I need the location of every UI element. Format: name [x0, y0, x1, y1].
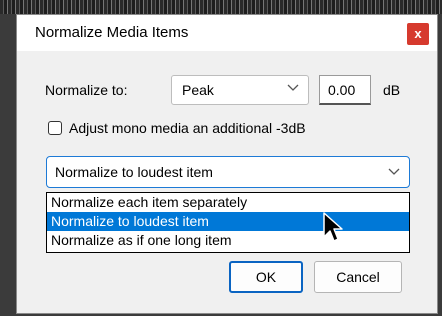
normalize-level-input[interactable]: 0.00 [319, 75, 371, 105]
normalize-mode-value: Peak [182, 82, 214, 98]
ok-button[interactable]: OK [229, 261, 303, 293]
adjust-mono-checkbox[interactable] [48, 121, 62, 135]
option-one-long-item[interactable]: Normalize as if one long item [47, 231, 409, 250]
option-loudest-item[interactable]: Normalize to loudest item [47, 212, 409, 231]
title-bar: Normalize Media Items x [17, 15, 437, 51]
mouse-pointer-icon [323, 212, 343, 242]
normalize-scope-options-list: Normalize each item separately Normalize… [46, 192, 410, 253]
normalize-mode-select[interactable]: Peak [171, 75, 309, 105]
normalize-media-dialog: Normalize Media Items x Normalize to: Pe… [16, 14, 438, 314]
close-icon: x [414, 26, 422, 41]
dialog-title: Normalize Media Items [35, 24, 189, 41]
background-app-strip [0, 0, 442, 14]
normalize-scope-dropdown[interactable]: Normalize to loudest item [46, 156, 410, 188]
normalize-to-label: Normalize to: [45, 82, 128, 98]
db-unit-label: dB [383, 82, 401, 98]
chevron-down-icon [287, 84, 299, 91]
normalize-scope-value: Normalize to loudest item [55, 164, 213, 180]
close-button[interactable]: x [407, 23, 429, 45]
cancel-button[interactable]: Cancel [314, 261, 402, 293]
option-each-separately[interactable]: Normalize each item separately [47, 193, 409, 212]
chevron-down-icon [388, 168, 400, 175]
adjust-mono-label: Adjust mono media an additional -3dB [69, 120, 306, 136]
